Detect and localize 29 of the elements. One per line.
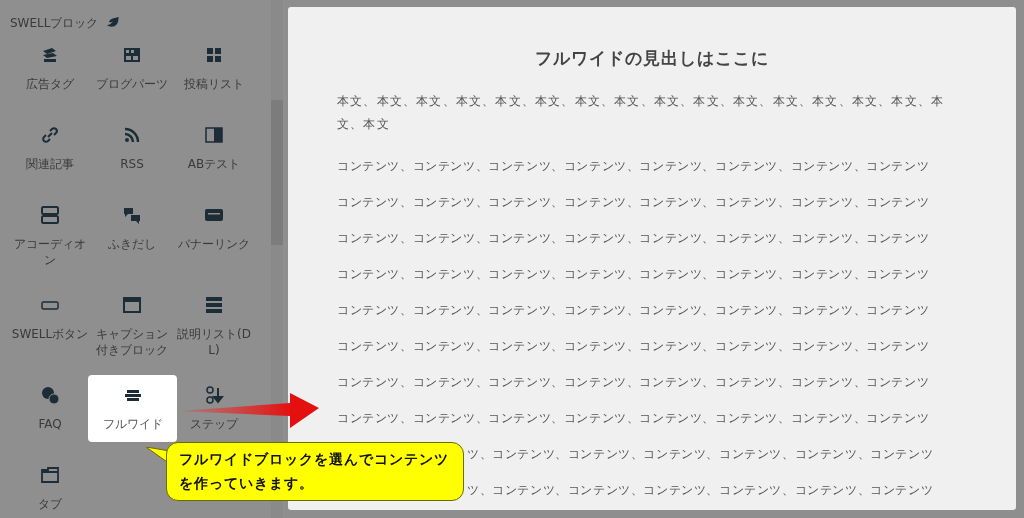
block-item[interactable]: ふきだし (91, 195, 173, 285)
block-item[interactable]: SWELLボタン (9, 285, 91, 375)
block-item[interactable]: ブログパーツ (91, 35, 173, 115)
block-item[interactable]: 説明リスト(DL) (173, 285, 255, 375)
content-text: コンテンツ、コンテンツ、コンテンツ、コンテンツ、コンテンツ、コンテンツ、コンテンツ、コンテンツ (337, 230, 930, 247)
block-item[interactable]: フルワイド (88, 375, 177, 442)
block-item[interactable]: 広告タグ (9, 35, 91, 115)
content-text: コンテンツ、コンテンツ、コンテンツ、コンテンツ、コンテンツ、コンテンツ、コンテンツ、コンテンツ (337, 374, 930, 391)
block-item[interactable]: バナーリンク (173, 195, 255, 285)
content-text: コンテンツ、コンテンツ、コンテンツ、コンテンツ、コンテンツ、コンテンツ、コンテンツ、コンテンツ (337, 194, 930, 211)
body-text: 本文、本文、本文、本文、本文、本文、本文、本文、本文、本文、本文、本文、本文、本文、本文、本文、本文 (337, 93, 946, 133)
block-item[interactable]: RSS (91, 115, 173, 195)
block-item[interactable]: アコーディオン (9, 195, 91, 285)
content-text: コンテンツ、コンテンツ、コンテンツ、コンテンツ、コンテンツ、コンテンツ、コンテンツ、コンテンツ (337, 410, 930, 427)
content-text: コンテンツ、コンテンツ、コンテンツ、コンテンツ、コンテンツ、コンテンツ、コンテンツ、コンテンツ (337, 338, 930, 355)
callout-tooltip: フルワイドブロックを選んでコンテンツ を作っていきます。 (166, 442, 464, 501)
content-text: コンテンツ、コンテンツ、コンテンツ、コンテンツ、コンテンツ、コンテンツ、コンテンツ、コンテンツ (337, 266, 930, 283)
content-text: コンテンツ、コンテンツ、コンテンツ、コンテンツ、コンテンツ、コンテンツ、コンテンツ、コンテンツ (337, 158, 930, 175)
block-item[interactable]: キャプション付きブロック (91, 285, 173, 375)
content-text: ツ、コンテンツ、コンテンツ、コンテンツ、コンテンツ、コンテンツ、コンテンツ (467, 482, 934, 499)
block-item[interactable]: 投稿リスト (173, 35, 255, 115)
content-text: ツ、コンテンツ、コンテンツ、コンテンツ、コンテンツ、コンテンツ、コンテンツ (467, 446, 934, 463)
content-text: コンテンツ、コンテンツ、コンテンツ、コンテンツ、コンテンツ、コンテンツ、コンテンツ、コンテンツ (337, 302, 930, 319)
preview-heading: フルワイドの見出しはここに (534, 47, 770, 70)
block-item[interactable]: ABテスト (173, 115, 255, 195)
block-item[interactable]: 関連記事 (9, 115, 91, 195)
block-item[interactable]: タブ (9, 455, 91, 518)
section-title: SWELLブロック (10, 14, 99, 32)
block-item[interactable]: FAQ (9, 375, 91, 455)
